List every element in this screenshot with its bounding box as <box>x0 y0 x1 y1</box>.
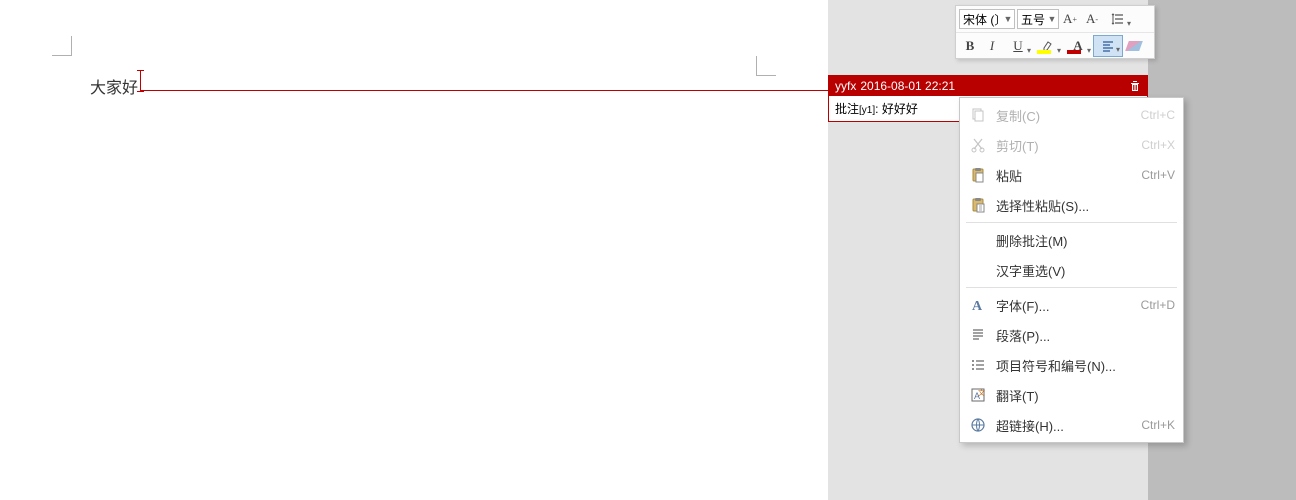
comment-ref: [y1] <box>859 105 875 116</box>
context-menu-item[interactable]: 选择性粘贴(S)... <box>962 190 1181 220</box>
align-button[interactable] <box>1093 35 1123 57</box>
context-menu-item[interactable]: 粘贴Ctrl+V <box>962 160 1181 190</box>
highlight-swatch <box>1037 50 1051 54</box>
context-menu-shortcut: Ctrl+D <box>1141 298 1175 312</box>
margin-corner-tl <box>52 36 72 56</box>
context-menu: 复制(C)Ctrl+C剪切(T)Ctrl+X粘贴Ctrl+V选择性粘贴(S)..… <box>959 97 1184 443</box>
context-menu-separator <box>966 222 1177 223</box>
context-menu-item[interactable]: 汉字重选(V) <box>962 255 1181 285</box>
context-menu-label: 复制(C) <box>996 106 1141 125</box>
context-menu-item: 复制(C)Ctrl+C <box>962 100 1181 130</box>
cut-icon <box>968 137 988 153</box>
eraser-icon <box>1125 41 1143 51</box>
shrink-font-button[interactable]: A- <box>1081 8 1103 30</box>
context-menu-label: 翻译(T) <box>996 386 1175 405</box>
svg-text:A: A <box>972 299 983 313</box>
italic-button[interactable]: I <box>981 35 1003 57</box>
margin-corner-tr <box>756 56 776 76</box>
fontcolor-swatch <box>1067 50 1081 54</box>
comment-datetime: 2016-08-01 22:21 <box>860 79 955 93</box>
para-icon <box>968 327 988 343</box>
comment-prefix: 批注 <box>835 102 859 116</box>
document-page: 大家好 <box>0 0 828 500</box>
context-menu-label: 项目符号和编号(N)... <box>996 356 1175 375</box>
copy-icon <box>968 107 988 123</box>
context-menu-item[interactable]: 超链接(H)...Ctrl+K <box>962 410 1181 440</box>
context-menu-label: 字体(F)... <box>996 296 1141 315</box>
context-menu-label: 超链接(H)... <box>996 416 1141 435</box>
font-icon: A <box>968 297 988 313</box>
font-name-combo[interactable]: 宋体 (〕 ▼ <box>959 9 1015 29</box>
underline-button[interactable]: U <box>1003 35 1033 57</box>
svg-text:文: 文 <box>978 388 985 397</box>
comment-header[interactable]: yyfx 2016-08-01 22:21 <box>829 76 1147 96</box>
context-menu-label: 粘贴 <box>996 166 1141 185</box>
context-menu-label: 剪切(T) <box>996 136 1141 155</box>
context-menu-item[interactable]: 段落(P)... <box>962 320 1181 350</box>
link-icon <box>968 417 988 433</box>
bold-button[interactable]: B <box>959 35 981 57</box>
context-menu-item[interactable]: 删除批注(M) <box>962 225 1181 255</box>
chevron-down-icon[interactable]: ▼ <box>1046 14 1058 24</box>
bullets-icon <box>968 357 988 373</box>
context-menu-label: 段落(P)... <box>996 326 1175 345</box>
font-color-button[interactable]: A <box>1063 35 1093 57</box>
context-menu-shortcut: Ctrl+K <box>1141 418 1175 432</box>
document-text[interactable]: 大家好 <box>90 74 138 98</box>
line-spacing-button[interactable] <box>1103 8 1133 30</box>
comment-connector-line <box>140 90 828 91</box>
translate-icon: A文 <box>968 387 988 403</box>
font-size-combo[interactable]: 五号 ▼ <box>1017 9 1059 29</box>
chevron-down-icon[interactable]: ▼ <box>1002 14 1014 24</box>
context-menu-label: 选择性粘贴(S)... <box>996 196 1175 215</box>
paste-icon <box>968 167 988 183</box>
context-menu-item[interactable]: A 字体(F)...Ctrl+D <box>962 290 1181 320</box>
context-menu-separator <box>966 287 1177 288</box>
context-menu-item: 剪切(T)Ctrl+X <box>962 130 1181 160</box>
mini-toolbar: 宋体 (〕 ▼ 五号 ▼ A+ A- B I U A <box>955 5 1155 59</box>
context-menu-label: 删除批注(M) <box>996 231 1175 250</box>
context-menu-item[interactable]: 项目符号和编号(N)... <box>962 350 1181 380</box>
comment-text: 好好好 <box>882 102 918 116</box>
context-menu-shortcut: Ctrl+X <box>1141 138 1175 152</box>
grow-font-button[interactable]: A+ <box>1059 8 1081 30</box>
pastesp-icon <box>968 197 988 213</box>
context-menu-shortcut: Ctrl+V <box>1141 168 1175 182</box>
context-menu-shortcut: Ctrl+C <box>1141 108 1175 122</box>
highlight-color-button[interactable] <box>1033 35 1063 57</box>
comment-author: yyfx <box>835 79 856 93</box>
context-menu-item[interactable]: A文翻译(T) <box>962 380 1181 410</box>
context-menu-label: 汉字重选(V) <box>996 261 1175 280</box>
font-name-value: 宋体 (〕 <box>960 11 1002 28</box>
font-size-value: 五号 <box>1018 11 1046 28</box>
text-cursor <box>140 70 141 92</box>
eraser-button[interactable] <box>1123 35 1145 57</box>
comment-sep: : <box>875 102 882 116</box>
delete-comment-icon[interactable] <box>1129 80 1141 92</box>
